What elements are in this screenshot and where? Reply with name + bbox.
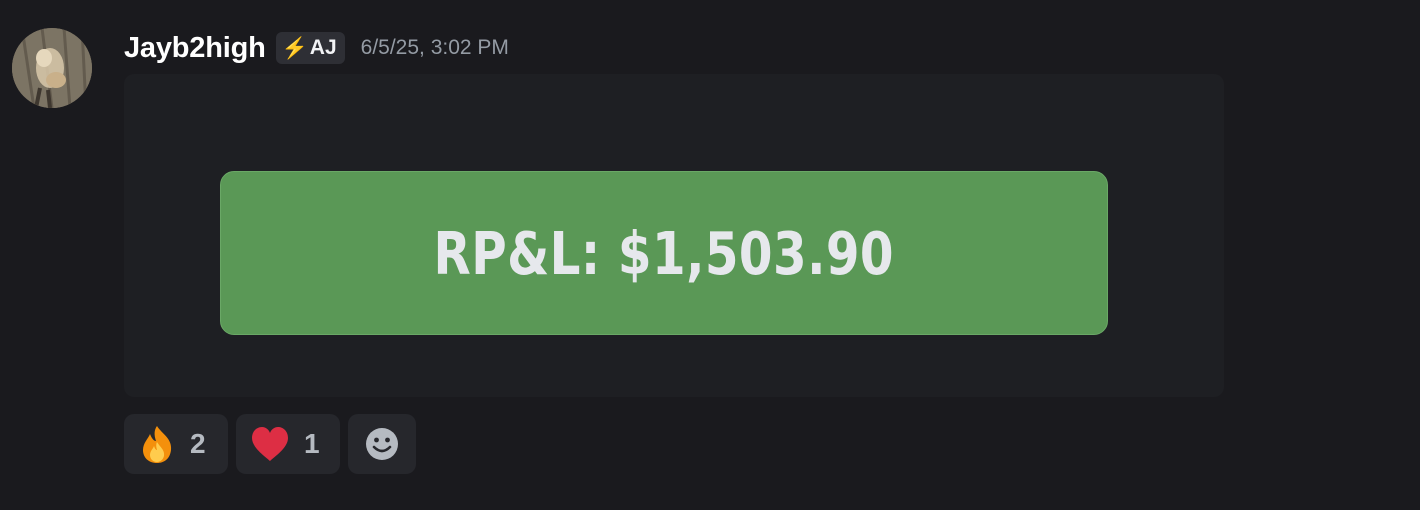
reaction-fire-count: 2 (190, 428, 206, 459)
message-timestamp[interactable]: 6/5/25, 3:02 PM (361, 36, 509, 60)
fire-icon (138, 424, 176, 464)
add-reaction-smiley-icon (365, 427, 399, 461)
role-tag[interactable]: ⚡ AJ (275, 32, 345, 64)
bolt-icon: ⚡ (281, 36, 308, 60)
add-reaction-button[interactable] (348, 414, 416, 474)
reaction-heart[interactable]: 1 (236, 414, 340, 474)
chat-message: Jayb2high ⚡ AJ 6/5/25, 3:02 PM RP&L: $1,… (0, 0, 1420, 510)
pnl-card: RP&L: $1,503.90 (220, 171, 1108, 335)
role-tag-label: AJ (309, 36, 337, 59)
user-avatar[interactable] (12, 28, 92, 108)
reactions-bar: 2 1 (124, 414, 416, 474)
image-embed[interactable]: RP&L: $1,503.90 (124, 74, 1224, 397)
reaction-heart-count: 1 (304, 428, 320, 459)
pnl-value: RP&L: $1,503.90 (433, 218, 895, 288)
message-header: Jayb2high ⚡ AJ 6/5/25, 3:02 PM (124, 30, 509, 66)
reaction-fire[interactable]: 2 (124, 414, 228, 474)
heart-icon (250, 426, 290, 462)
avatar-image (12, 28, 92, 108)
username[interactable]: Jayb2high (124, 32, 266, 65)
